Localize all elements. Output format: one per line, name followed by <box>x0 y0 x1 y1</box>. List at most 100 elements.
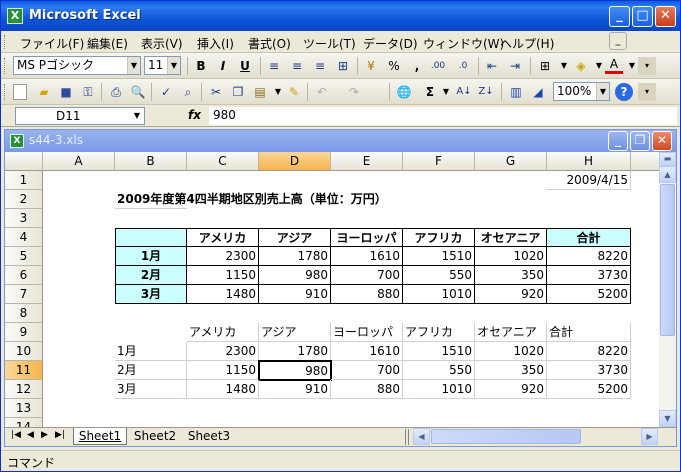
row-header-4[interactable]: 4 <box>5 228 43 247</box>
toolbar-grip[interactable] <box>4 84 7 100</box>
menu-help[interactable]: ヘルプ(H) <box>500 35 554 52</box>
cell-g7[interactable]: 920 <box>475 285 547 304</box>
column-header-d[interactable]: D <box>259 152 331 171</box>
column-header-f[interactable]: F <box>403 152 475 171</box>
title-bar[interactable]: X Microsoft Excel _ □ ✕ <box>1 1 680 31</box>
merge-center-icon[interactable]: ⊞ <box>334 57 352 75</box>
save-icon[interactable]: ■ <box>57 83 75 101</box>
cell-e5[interactable]: 1610 <box>331 247 403 266</box>
cell-g6[interactable]: 350 <box>475 266 547 285</box>
vertical-scrollbar[interactable]: ▬ ▲ ▼ <box>659 152 676 427</box>
row-header-5[interactable]: 5 <box>5 247 43 266</box>
cell-h6[interactable]: 3730 <box>547 266 631 285</box>
cell-b10[interactable]: 1月 <box>115 342 187 361</box>
cell-h11[interactable]: 3730 <box>547 361 631 380</box>
split-box[interactable]: ▬ <box>659 152 676 166</box>
spreadsheet-grid[interactable]: A B C D E F G H 1 2 3 4 5 6 7 8 9 10 11 … <box>5 152 659 427</box>
next-sheet-icon[interactable]: ▶ <box>41 430 48 440</box>
cell-d6[interactable]: 980 <box>259 266 331 285</box>
row-header-13[interactable]: 13 <box>5 399 43 418</box>
cell-h1[interactable]: 2009/4/15 <box>547 171 631 190</box>
cell-d5[interactable]: 1780 <box>259 247 331 266</box>
print-icon[interactable]: ⎙ <box>107 83 125 101</box>
cell-g5[interactable]: 1020 <box>475 247 547 266</box>
cell-g4[interactable]: オセアニア <box>475 228 547 247</box>
bold-button[interactable]: B <box>192 57 210 75</box>
row-header-6[interactable]: 6 <box>5 266 43 285</box>
workbook-close-button[interactable]: ✕ <box>652 131 672 151</box>
open-folder-icon[interactable]: ▰ <box>35 83 53 101</box>
row-header-8[interactable]: 8 <box>5 304 43 323</box>
cell-h7[interactable]: 5200 <box>547 285 631 304</box>
underline-button[interactable]: U <box>236 57 254 75</box>
cell-f12[interactable]: 1010 <box>403 380 475 399</box>
sheet-tab-3[interactable]: Sheet3 <box>183 428 235 445</box>
row-header-1[interactable]: 1 <box>5 171 43 190</box>
drawing-icon[interactable]: ◢ <box>529 83 547 101</box>
name-box[interactable]: D11 ▼ <box>15 107 145 125</box>
prev-sheet-icon[interactable]: ◀ <box>27 430 34 440</box>
doc-minimize-button[interactable]: _ <box>609 32 627 50</box>
menu-window[interactable]: ウィンドウ(W) <box>423 35 504 52</box>
chevron-down-icon[interactable]: ▼ <box>555 57 573 75</box>
increase-decimal-icon[interactable]: .00 <box>429 57 447 75</box>
cell-f9[interactable]: アフリカ <box>403 323 475 342</box>
cell-b7[interactable]: 3月 <box>115 285 187 304</box>
chevron-down-icon[interactable]: ▼ <box>437 83 455 101</box>
row-header-3[interactable]: 3 <box>5 209 43 228</box>
cell-c9[interactable]: アメリカ <box>187 323 259 342</box>
cell-h10[interactable]: 8220 <box>547 342 631 361</box>
formula-input[interactable]: 980 <box>209 107 677 125</box>
scroll-down-icon[interactable]: ▼ <box>659 410 676 427</box>
align-center-icon[interactable]: ≡ <box>288 57 306 75</box>
research-icon[interactable]: ⌕ <box>179 83 197 101</box>
scroll-up-icon[interactable]: ▲ <box>659 166 676 183</box>
italic-button[interactable]: I <box>214 57 232 75</box>
cell-f5[interactable]: 1510 <box>403 247 475 266</box>
copy-icon[interactable]: ❐ <box>229 83 247 101</box>
decrease-indent-icon[interactable]: ⇤ <box>483 57 501 75</box>
workbook-restore-button[interactable]: ❐ <box>630 131 650 151</box>
cell-c4[interactable]: アメリカ <box>187 228 259 247</box>
percent-button[interactable]: % <box>385 57 403 75</box>
cell-d12[interactable]: 910 <box>259 380 331 399</box>
sheet-tab-2[interactable]: Sheet2 <box>129 428 181 445</box>
first-sheet-icon[interactable]: |◀ <box>11 430 21 440</box>
cell-h9[interactable]: 合計 <box>547 323 631 342</box>
toolbar-grip[interactable] <box>4 58 7 74</box>
font-size-combo[interactable]: 11 ▼ <box>144 56 181 75</box>
decrease-decimal-icon[interactable]: .0 <box>454 57 472 75</box>
redo-icon[interactable]: ↷ <box>345 83 363 101</box>
close-button[interactable]: ✕ <box>655 6 676 27</box>
cell-c10[interactable]: 2300 <box>187 342 259 361</box>
hyperlink-icon[interactable]: 🌐 <box>395 83 413 101</box>
cell-e4[interactable]: ヨーロッパ <box>331 228 403 247</box>
cell-h5[interactable]: 8220 <box>547 247 631 266</box>
chevron-down-icon[interactable]: ▼ <box>167 57 180 74</box>
cell-c6[interactable]: 1150 <box>187 266 259 285</box>
cell-e10[interactable]: 1610 <box>331 342 403 361</box>
column-header-h[interactable]: H <box>547 152 631 171</box>
menu-data[interactable]: データ(D) <box>363 35 418 52</box>
tab-split-handle[interactable] <box>405 429 409 445</box>
insert-function-button[interactable]: fx <box>188 108 201 122</box>
menu-tools[interactable]: ツール(T) <box>303 35 356 52</box>
cell-f4[interactable]: アフリカ <box>403 228 475 247</box>
vertical-scroll-thumb[interactable] <box>660 184 675 336</box>
cell-e9[interactable]: ヨーロッパ <box>331 323 403 342</box>
cell-e12[interactable]: 880 <box>331 380 403 399</box>
menu-grip[interactable] <box>4 35 7 49</box>
row-header-2[interactable]: 2 <box>5 190 43 209</box>
cell-e7[interactable]: 880 <box>331 285 403 304</box>
help-icon[interactable]: ? <box>615 83 633 101</box>
cell-f7[interactable]: 1010 <box>403 285 475 304</box>
cell-g10[interactable]: 1020 <box>475 342 547 361</box>
cell-b5[interactable]: 1月 <box>115 247 187 266</box>
cell-d7[interactable]: 910 <box>259 285 331 304</box>
cell-e11[interactable]: 700 <box>331 361 403 380</box>
menu-insert[interactable]: 挿入(I) <box>197 35 234 52</box>
font-color-icon[interactable]: A <box>605 57 623 74</box>
cell-b2-title[interactable]: 2009年度第4四半期地区別売上高（単位：万円） <box>115 190 387 209</box>
menu-format[interactable]: 書式(O) <box>248 35 291 52</box>
cell-f6[interactable]: 550 <box>403 266 475 285</box>
